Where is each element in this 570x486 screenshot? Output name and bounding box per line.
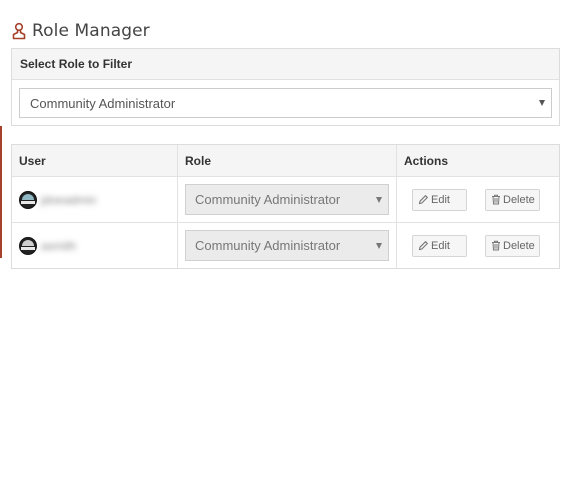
edit-label: Edit (431, 193, 450, 206)
username[interactable]: asmith (41, 239, 76, 253)
column-header-role: Role (177, 145, 396, 176)
role-cell: Community Administrator (177, 223, 396, 268)
filter-panel-title: Select Role to Filter (12, 49, 559, 80)
table-header: User Role Actions (12, 145, 559, 176)
role-select[interactable]: Community Administrator (185, 230, 389, 261)
page-title: Role Manager (32, 21, 150, 41)
edit-label: Edit (431, 239, 450, 252)
column-header-actions: Actions (396, 145, 559, 176)
caret-down-icon (376, 242, 382, 249)
caret-down-icon (376, 196, 382, 203)
avatar (19, 236, 37, 255)
column-header-user: User (19, 153, 46, 168)
username[interactable]: jdoeadmin (41, 193, 96, 207)
role-filter-panel: Select Role to Filter Community Administ… (11, 48, 560, 126)
user-role-table: User Role Actions jdoeadmin Community Ad… (11, 144, 560, 269)
actions-cell: Edit Delete (396, 223, 559, 268)
role-select[interactable]: Community Administrator (185, 184, 389, 215)
user-cell: jdoeadmin (12, 177, 177, 222)
role-cell: Community Administrator (177, 177, 396, 222)
caret-down-icon (539, 100, 545, 106)
user-cell: asmith (12, 223, 177, 268)
delete-button[interactable]: Delete (485, 234, 540, 257)
role-filter-value: Community Administrator (30, 95, 176, 111)
role-filter-select[interactable]: Community Administrator (19, 88, 552, 118)
edit-button[interactable]: Edit (412, 234, 467, 257)
role-select-value: Community Administrator (195, 192, 341, 207)
actions-cell: Edit Delete (396, 177, 559, 222)
table-row: asmith Community Administrator Edit Dele… (12, 222, 559, 268)
delete-button[interactable]: Delete (485, 188, 540, 211)
avatar (19, 190, 37, 209)
trash-icon (491, 240, 501, 251)
delete-label: Delete (503, 239, 535, 252)
pencil-icon (418, 240, 429, 251)
user-icon (11, 22, 27, 40)
table-row: jdoeadmin Community Administrator Edit D… (12, 176, 559, 222)
role-select-value: Community Administrator (195, 238, 341, 253)
left-accent-bar (0, 126, 2, 258)
trash-icon (491, 194, 501, 205)
page-header: Role Manager (11, 20, 150, 42)
pencil-icon (418, 194, 429, 205)
delete-label: Delete (503, 193, 535, 206)
edit-button[interactable]: Edit (412, 188, 467, 211)
